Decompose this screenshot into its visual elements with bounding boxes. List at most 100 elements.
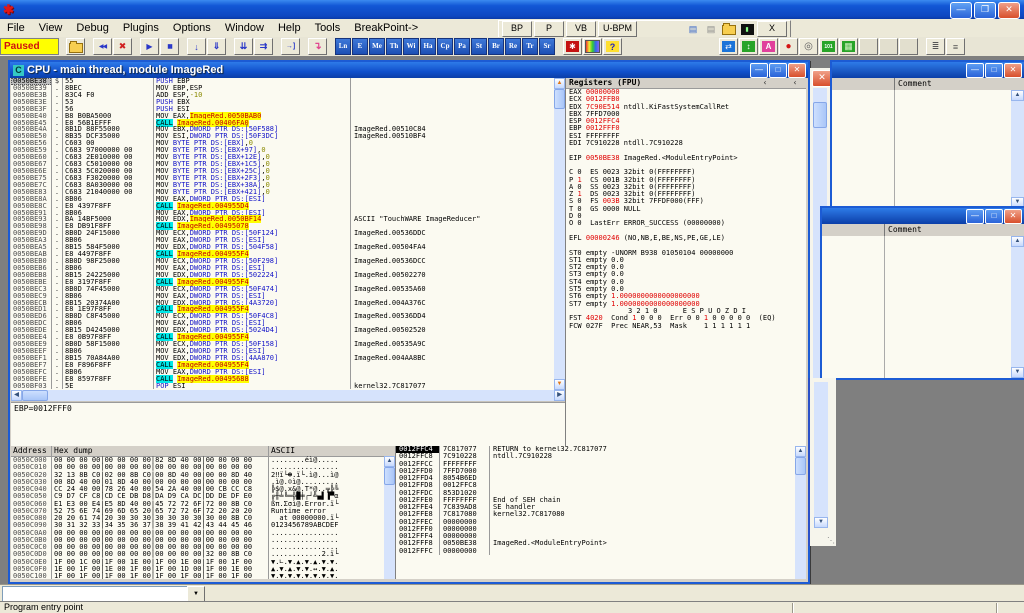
menu-plugins[interactable]: Plugins: [116, 21, 166, 35]
registers-next-icon[interactable]: ‹: [788, 78, 802, 88]
appearance-button[interactable]: [583, 38, 602, 55]
help-button[interactable]: ?: [603, 38, 622, 55]
hits-button[interactable]: ↕: [739, 38, 758, 55]
letter-button-br[interactable]: Br: [488, 38, 504, 55]
strip2-scrollbar[interactable]: ▼: [814, 382, 828, 528]
menu-debug[interactable]: Debug: [69, 21, 115, 35]
scroll-right-icon[interactable]: ▶: [554, 390, 565, 401]
strip-scroll-thumb[interactable]: [813, 102, 827, 128]
subwin-minimize-button[interactable]: —: [966, 63, 984, 78]
menu-options[interactable]: Options: [166, 21, 218, 35]
letter-button-th[interactable]: Th: [386, 38, 402, 55]
letter-button-sr[interactable]: Sr: [539, 38, 555, 55]
cpu-maximize-button[interactable]: □: [769, 63, 787, 78]
subwin-maximize-button[interactable]: □: [985, 209, 1003, 224]
info-pane[interactable]: EBP=0012FFF0: [11, 402, 565, 447]
restart-button[interactable]: ◀◀: [93, 38, 112, 55]
options-button[interactable]: ✱: [563, 38, 582, 55]
disasm-row[interactable]: 0050BE9D.8B0D 24F15000MOV ECX,DWORD PTR …: [11, 230, 554, 237]
cpu-close-button[interactable]: ✕: [788, 63, 806, 78]
disasm-hscroll-thumb[interactable]: [22, 390, 48, 401]
execute-till-return-button[interactable]: →]: [281, 38, 300, 55]
comment-window-top-body[interactable]: [832, 90, 1011, 208]
disasm-row[interactable]: 0050BEFE.E8 8597F8FFCALL ImageRed.004956…: [11, 376, 554, 383]
letter-button-pa[interactable]: Pa: [454, 38, 470, 55]
disasm-row[interactable]: 0050BEE9.8B0D 58F15000MOV ECX,DWORD PTR …: [11, 341, 554, 348]
step-over-button[interactable]: ⇓: [207, 38, 226, 55]
folder2-button[interactable]: [721, 22, 737, 36]
page-button[interactable]: ▤: [703, 22, 719, 36]
breakpoint-button[interactable]: ●: [779, 38, 798, 55]
letter-button-e[interactable]: E: [352, 38, 368, 55]
console-button[interactable]: ▮: [739, 22, 755, 36]
scroll-up-icon[interactable]: ▲: [384, 456, 395, 467]
disasm-row[interactable]: 0050BE38$55PUSH EBP: [11, 78, 554, 85]
screen-button[interactable]: ▦: [839, 38, 858, 55]
stack-scroll-thumb[interactable]: [795, 457, 806, 475]
strip-close-button[interactable]: ✕: [812, 70, 832, 87]
subwin-close-button[interactable]: ✕: [1004, 63, 1022, 78]
app-restore-button[interactable]: ❐: [974, 2, 996, 19]
scroll-up-icon[interactable]: ▲: [554, 78, 565, 89]
menu-view[interactable]: View: [32, 21, 70, 35]
register-line[interactable]: EIP 0050BE38 ImageRed.<ModuleEntryPoint>: [566, 155, 806, 162]
disasm-row[interactable]: 0050BE3B.83C4 F0ADD ESP,-10: [11, 92, 554, 99]
stack-pane[interactable]: 0012FFC47C817077RETURN to kernel32.7C817…: [395, 446, 806, 579]
plugin-button-bp[interactable]: BP: [502, 21, 532, 37]
disasm-row[interactable]: 0050BEC3.8B0D 74F45000MOV ECX,DWORD PTR …: [11, 286, 554, 293]
letter-button-me[interactable]: Me: [369, 38, 385, 55]
letter-button-wi[interactable]: Wi: [403, 38, 419, 55]
scroll-up-icon[interactable]: ▲: [1011, 236, 1024, 247]
menu-window[interactable]: Window: [218, 21, 271, 35]
letter-button-re[interactable]: Re: [505, 38, 521, 55]
scroll-down-icon[interactable]: ▼: [1011, 367, 1024, 378]
disasm-row[interactable]: 0050BE3E.53PUSH EBX: [11, 99, 554, 106]
disasm-row[interactable]: 0050BF03.5EPOP ESIkernel32.7C817077: [11, 383, 554, 390]
disasm-row[interactable]: 0050BE83.C683 21040000 00MOV BYTE PTR DS…: [11, 189, 554, 196]
disasm-row[interactable]: 0050BEF7.E8 F896F8FFCALL ImageRed.004955…: [11, 362, 554, 369]
register-line[interactable]: EFL 00000246 (NO,NB,E,BE,NS,PE,GE,LE): [566, 235, 806, 242]
cpu-titlebar[interactable]: C CPU - main thread, module ImageRed — □…: [10, 62, 808, 78]
registers-prev-icon[interactable]: ‹: [758, 78, 772, 88]
comment-window-middle-body[interactable]: [822, 236, 1011, 378]
cpu-minimize-button[interactable]: —: [750, 63, 768, 78]
scroll-left-icon[interactable]: ◀: [11, 390, 22, 401]
trace-button[interactable]: ◎: [799, 38, 818, 55]
letter-button-cp[interactable]: Cp: [437, 38, 453, 55]
step-into-button[interactable]: ↓: [187, 38, 206, 55]
stack-row[interactable]: 0012FFFC00000000: [396, 548, 806, 555]
app-minimize-button[interactable]: —: [950, 2, 972, 19]
comment-window-middle-scrollbar[interactable]: ▲ ▼: [1011, 236, 1024, 378]
comment-window-middle-titlebar[interactable]: — □ ✕: [822, 208, 1024, 224]
app-close-button[interactable]: ✕: [998, 2, 1020, 19]
disasm-row[interactable]: 0050BE8C.E8 4397F8FFCALL ImageRed.004955…: [11, 203, 554, 210]
run-button[interactable]: ▶: [140, 38, 159, 55]
patch-button[interactable]: 101: [819, 38, 838, 55]
letter-button-ln[interactable]: Ln: [335, 38, 351, 55]
plugin-close-button[interactable]: X: [757, 21, 787, 37]
dump-pane[interactable]: Address Hex dump ASCII 0050C00000 00 00 …: [11, 446, 395, 579]
dump-scroll-thumb[interactable]: [384, 467, 395, 485]
register-line[interactable]: EDI 7C910228 ntdll.7C910228: [566, 140, 806, 147]
scroll-down-icon[interactable]: ▼: [814, 517, 828, 528]
go-to-button[interactable]: ↴: [308, 38, 327, 55]
subwin-minimize-button[interactable]: —: [966, 209, 984, 224]
notes-button[interactable]: ▤: [685, 22, 701, 36]
assemble-button[interactable]: A: [759, 38, 778, 55]
resize-grip-icon[interactable]: ⋱: [827, 536, 835, 545]
columns-button[interactable]: ≡: [946, 38, 965, 55]
plugin-button-vb[interactable]: VB: [566, 21, 596, 37]
scroll-down-icon[interactable]: ▼: [554, 379, 565, 390]
plugin-button-ubpm[interactable]: U-BPM: [598, 21, 637, 37]
menu-tools[interactable]: Tools: [308, 21, 348, 35]
dump-scrollbar[interactable]: ▲: [384, 456, 395, 579]
register-line[interactable]: T 0 GS 0000 NULL: [566, 206, 806, 213]
animate-over-button[interactable]: ⇉: [254, 38, 273, 55]
log-button[interactable]: ≣: [926, 38, 945, 55]
plugin-button-p[interactable]: P: [534, 21, 564, 37]
menu-file[interactable]: File: [0, 21, 32, 35]
register-line[interactable]: O 0 LastErr ERROR_SUCCESS (00000000): [566, 220, 806, 227]
disasm-row[interactable]: 0050BEB0.8B0D 98F25000MOV ECX,DWORD PTR …: [11, 258, 554, 265]
pause-button[interactable]: ▮▮: [160, 38, 179, 55]
terminate-button[interactable]: ✖: [113, 38, 132, 55]
